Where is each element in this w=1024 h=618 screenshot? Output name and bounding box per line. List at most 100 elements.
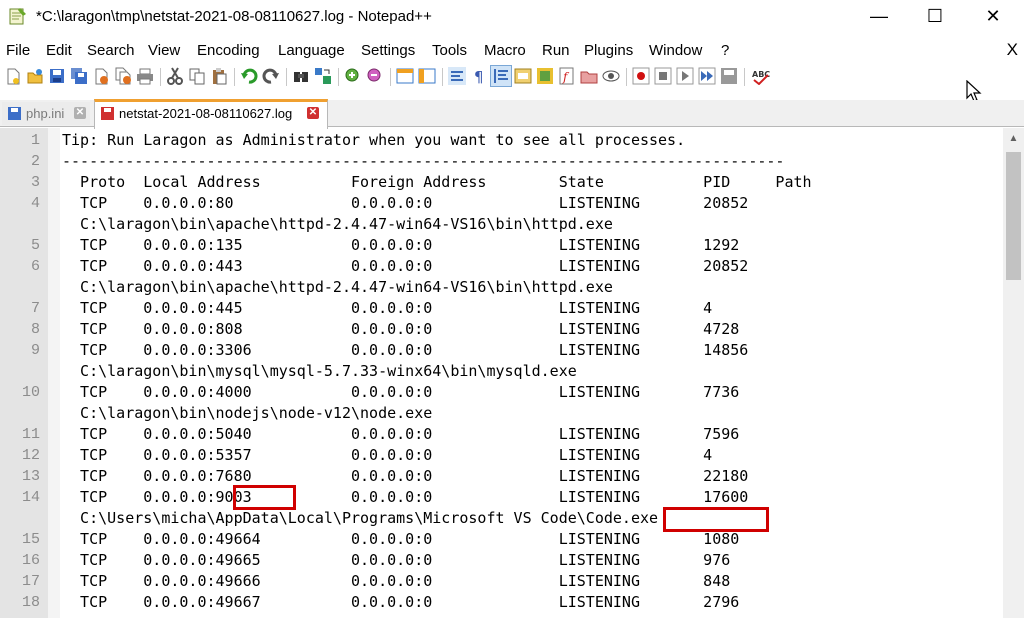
scroll-thumb[interactable]: [1006, 152, 1021, 280]
menu-settings[interactable]: Settings: [361, 42, 415, 59]
undo-icon[interactable]: [240, 67, 258, 85]
menu-run[interactable]: Run: [542, 42, 570, 59]
line-number: 9: [30, 342, 40, 359]
line-text: TCP 0.0.0.0:49665 0.0.0.0:0 LISTENING 97…: [62, 551, 731, 569]
toolbar-separator: [744, 68, 745, 86]
menu-plugins[interactable]: Plugins: [584, 42, 633, 59]
new-file-icon[interactable]: [4, 67, 22, 85]
copy-icon[interactable]: [188, 67, 206, 85]
indent-guide-icon[interactable]: [492, 67, 510, 85]
minimize-button[interactable]: —: [856, 0, 902, 34]
menu-file[interactable]: File: [6, 42, 30, 59]
zoom-in-icon[interactable]: [344, 67, 362, 85]
user-language-icon[interactable]: [514, 67, 532, 85]
tab-label: php.ini: [26, 106, 65, 121]
line-number: 5: [30, 237, 40, 254]
folder-workspace-icon[interactable]: [580, 67, 598, 85]
find-icon[interactable]: [292, 67, 310, 85]
save-macro-icon[interactable]: [720, 67, 738, 85]
close-all-icon[interactable]: [114, 67, 132, 85]
line-text: TCP 0.0.0.0:5040 0.0.0.0:0 LISTENING 759…: [62, 425, 740, 443]
toolbar: ¶ f ABC: [0, 64, 1024, 92]
play-macro-icon[interactable]: [676, 67, 694, 85]
saved-file-icon: [8, 107, 21, 120]
code-line: 8 TCP 0.0.0.0:808 0.0.0.0:0 LISTENING 47…: [0, 319, 1000, 340]
line-text: TCP 0.0.0.0:49664 0.0.0.0:0 LISTENING 10…: [62, 530, 740, 548]
code-line: 13 TCP 0.0.0.0:7680 0.0.0.0:0 LISTENING …: [0, 466, 1000, 487]
menu-encoding[interactable]: Encoding: [197, 42, 260, 59]
line-text: Proto Local Address Foreign Address Stat…: [62, 173, 812, 191]
line-number: 14: [21, 489, 40, 506]
zoom-out-icon[interactable]: [366, 67, 384, 85]
line-number: 16: [21, 552, 40, 569]
word-wrap-icon[interactable]: [448, 67, 466, 85]
menu-edit[interactable]: Edit: [46, 42, 72, 59]
code-line: 14 TCP 0.0.0.0:9003 0.0.0.0:0 LISTENING …: [0, 487, 1000, 508]
stop-macro-icon[interactable]: [654, 67, 672, 85]
line-text: TCP 0.0.0.0:7680 0.0.0.0:0 LISTENING 221…: [62, 467, 749, 485]
code-line: 16 TCP 0.0.0.0:49665 0.0.0.0:0 LISTENING…: [0, 550, 1000, 571]
tab-netstat-log[interactable]: netstat-2021-08-08110627.log ✕: [94, 99, 328, 129]
code-line: 10 TCP 0.0.0.0:4000 0.0.0.0:0 LISTENING …: [0, 382, 1000, 403]
tab-bar: php.ini ✕ netstat-2021-08-08110627.log ✕: [0, 99, 1024, 129]
line-number: 1: [30, 132, 40, 149]
code-line: 1 Tip: Run Laragon as Administrator when …: [0, 130, 1000, 151]
tab-php-ini[interactable]: php.ini ✕: [2, 102, 90, 125]
tab-close-icon[interactable]: ✕: [74, 107, 86, 119]
spell-check-icon[interactable]: ABC: [752, 67, 770, 85]
menu-macro[interactable]: Macro: [484, 42, 526, 59]
menu-tools[interactable]: Tools: [432, 42, 467, 59]
maximize-button[interactable]: ☐: [912, 0, 958, 34]
code-line: 18 TCP 0.0.0.0:49667 0.0.0.0:0 LISTENING…: [0, 592, 1000, 613]
function-list-icon[interactable]: f: [558, 67, 576, 85]
sync-vertical-icon[interactable]: [396, 67, 414, 85]
line-number: 8: [30, 321, 40, 338]
menu-view[interactable]: View: [148, 42, 180, 59]
code-line: 7 TCP 0.0.0.0:445 0.0.0.0:0 LISTENING 4: [0, 298, 1000, 319]
menu-bar: File Edit Search View Encoding Language …: [0, 40, 1024, 62]
menu-search[interactable]: Search: [87, 42, 135, 59]
line-number: 2: [30, 153, 40, 170]
save-icon[interactable]: [48, 67, 66, 85]
show-all-characters-icon[interactable]: ¶: [470, 67, 488, 85]
tab-label: netstat-2021-08-08110627.log: [119, 106, 293, 121]
title-bar: *C:\laragon\tmp\netstat-2021-08-08110627…: [0, 0, 1024, 34]
close-document-button[interactable]: X: [1007, 40, 1018, 60]
close-file-icon[interactable]: [92, 67, 110, 85]
code-line-wrapped: C:\laragon\bin\mysql\mysql-5.7.33-winx64…: [0, 361, 1000, 382]
line-text: Tip: Run Laragon as Administrator when y…: [62, 131, 686, 149]
record-macro-icon[interactable]: [632, 67, 650, 85]
document-map-icon[interactable]: [536, 67, 554, 85]
vertical-scrollbar[interactable]: ▲: [1003, 128, 1024, 618]
run-macro-multiple-icon[interactable]: [698, 67, 716, 85]
line-text: C:\laragon\bin\nodejs\node-v12\node.exe: [62, 404, 433, 422]
line-number: 13: [21, 468, 40, 485]
line-number: 11: [21, 426, 40, 443]
save-all-icon[interactable]: [70, 67, 88, 85]
menu-help[interactable]: ?: [721, 42, 729, 59]
scroll-up-icon[interactable]: ▲: [1003, 128, 1024, 149]
cut-icon[interactable]: [166, 67, 184, 85]
sync-horizontal-icon[interactable]: [418, 67, 436, 85]
monitoring-icon[interactable]: [602, 67, 620, 85]
line-text: TCP 0.0.0.0:808 0.0.0.0:0 LISTENING 4728: [62, 320, 740, 338]
tab-close-icon[interactable]: ✕: [307, 107, 319, 119]
editor-pane[interactable]: 1 Tip: Run Laragon as Administrator when …: [0, 128, 1024, 618]
menu-window[interactable]: Window: [649, 42, 702, 59]
code-line-wrapped: C:\laragon\bin\nodejs\node-v12\node.exe: [0, 403, 1000, 424]
code-line-wrapped: C:\laragon\bin\apache\httpd-2.4.47-win64…: [0, 214, 1000, 235]
redo-icon[interactable]: [262, 67, 280, 85]
toolbar-separator: [160, 68, 161, 86]
menu-language[interactable]: Language: [278, 42, 345, 59]
line-text: TCP 0.0.0.0:4000 0.0.0.0:0 LISTENING 773…: [62, 383, 740, 401]
print-icon[interactable]: [136, 67, 154, 85]
paste-icon[interactable]: [210, 67, 228, 85]
toolbar-separator: [626, 68, 627, 86]
open-file-icon[interactable]: [26, 67, 44, 85]
close-button[interactable]: ✕: [970, 0, 1016, 34]
line-text: TCP 0.0.0.0:49666 0.0.0.0:0 LISTENING 84…: [62, 572, 731, 590]
replace-icon[interactable]: [314, 67, 332, 85]
toolbar-separator: [390, 68, 391, 86]
line-text: C:\laragon\bin\apache\httpd-2.4.47-win64…: [62, 215, 613, 233]
line-number: 3: [30, 174, 40, 191]
